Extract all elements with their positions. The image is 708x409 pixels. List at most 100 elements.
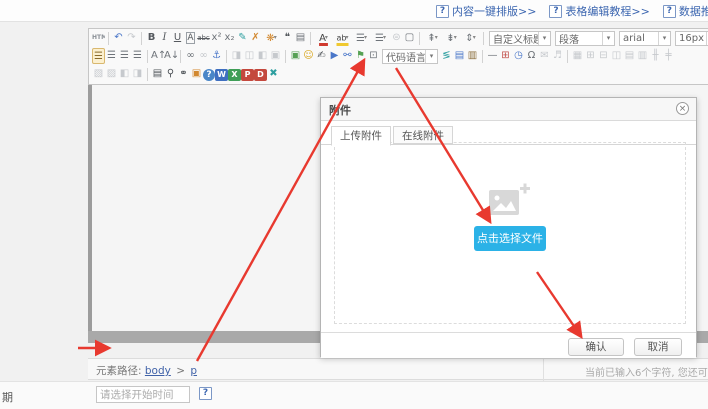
cancel-button[interactable]: 取消 <box>634 338 682 356</box>
help-icon[interactable]: ? <box>203 69 215 81</box>
document-library-icon[interactable]: ▥ <box>466 48 479 64</box>
image-align-right-icon[interactable]: ◧ <box>256 48 269 64</box>
upload-dropzone[interactable]: 点击选择文件 <box>334 142 686 324</box>
table-border-icon[interactable]: ╫ <box>649 48 662 64</box>
template-icon[interactable]: ▣ <box>190 66 203 82</box>
blockquote-icon[interactable]: ❝ <box>281 30 294 46</box>
simple-upload-icon[interactable]: ▤ <box>453 48 466 64</box>
insert-table-icon[interactable]: ▦ <box>571 48 584 64</box>
path-link-p[interactable]: p <box>190 365 197 377</box>
underline-icon[interactable]: U <box>171 30 184 46</box>
delete-row-icon[interactable]: ◧ <box>118 66 131 82</box>
unordered-list-icon[interactable]: ☰▾ <box>371 30 390 46</box>
source-code-icon[interactable]: HTML <box>92 30 105 46</box>
special-characters-icon[interactable]: Ω <box>525 48 538 64</box>
help-icon[interactable]: ? <box>199 387 212 400</box>
toolbar-separator <box>419 32 420 45</box>
insert-music-icon[interactable]: ♬ <box>551 48 564 64</box>
insert-video-icon[interactable]: ▶ <box>328 48 341 64</box>
insert-date-icon[interactable]: ⊞ <box>499 48 512 64</box>
font-family-select[interactable]: arial▾ <box>619 31 671 46</box>
format-cleaner-icon[interactable]: ✖ <box>267 66 280 82</box>
image-align-none-icon[interactable]: ▣ <box>269 48 282 64</box>
custom-title-select[interactable]: 自定义标题▾ <box>489 31 551 46</box>
print-icon[interactable]: ▤ <box>151 66 164 82</box>
font-size-decrease-icon[interactable]: A↓ <box>164 48 177 64</box>
help-doc-link[interactable]: ?内容一键排版>> <box>436 3 536 19</box>
confirm-button[interactable]: 确认 <box>568 338 624 356</box>
preview-icon[interactable]: ⚲ <box>164 66 177 82</box>
paragraph-select[interactable]: 段落▾ <box>555 31 615 46</box>
insert-row-icon[interactable]: ⊟ <box>597 48 610 64</box>
table-sort-icon[interactable]: ▧ <box>92 66 105 82</box>
word-image-icon[interactable]: ⊜ <box>390 30 403 46</box>
help-doc-link[interactable]: ?表格编辑教程>> <box>549 3 649 19</box>
line-height-icon[interactable]: ⇕▾ <box>461 30 480 46</box>
font-color-icon[interactable]: A▾ <box>314 30 333 46</box>
font-border-icon[interactable]: A <box>184 30 197 46</box>
font-size-increase-icon[interactable]: A↑ <box>151 48 164 64</box>
remove-link-icon[interactable]: ∞ <box>197 48 210 64</box>
insert-code-icon[interactable]: ≶ <box>440 48 453 64</box>
delete-table-icon[interactable]: ⊞ <box>584 48 597 64</box>
align-left-icon[interactable]: ☰ <box>92 48 105 64</box>
attachment-icon[interactable]: ⚯ <box>341 48 354 64</box>
undo-icon[interactable]: ↶ <box>112 30 125 46</box>
screen-snapshot-icon[interactable]: ⊡ <box>367 48 380 64</box>
split-cells-icon[interactable]: ▥ <box>636 48 649 64</box>
superscript-icon[interactable]: x² <box>210 30 223 46</box>
scrawl-icon[interactable]: ✍ <box>315 48 328 64</box>
close-icon[interactable]: × <box>676 102 689 115</box>
cite-icon[interactable]: ✉ <box>538 48 551 64</box>
subscript-icon[interactable]: x₂ <box>223 30 236 46</box>
redo-icon[interactable]: ↷ <box>125 30 138 46</box>
align-center-icon[interactable]: ☰ <box>105 48 118 64</box>
insert-link-icon[interactable]: ∞ <box>184 48 197 64</box>
toolbar-separator <box>147 50 148 63</box>
align-justify-icon[interactable]: ☰ <box>131 48 144 64</box>
auto-typeset-icon[interactable]: ❋▾ <box>262 30 281 46</box>
horizontal-rule-icon[interactable]: — <box>486 48 499 64</box>
insert-column-icon[interactable]: ◫ <box>610 48 623 64</box>
import-excel-icon[interactable]: X <box>228 69 241 81</box>
path-link-body[interactable]: body <box>145 365 171 377</box>
help-doc-link[interactable]: ?数据推送教程>> <box>663 3 708 19</box>
import-word-icon[interactable]: W <box>215 69 228 81</box>
insert-time-icon[interactable]: ◷ <box>512 48 525 64</box>
table-shade-icon[interactable]: ▨ <box>105 66 118 82</box>
tab-upload-attachment[interactable]: 上传附件 <box>331 126 391 146</box>
table-title-icon[interactable]: ╪ <box>662 48 675 64</box>
background-color-icon[interactable]: ab▾ <box>333 30 352 46</box>
paragraph-spacing-top-icon[interactable]: ⇞▾ <box>423 30 442 46</box>
insert-image-icon[interactable]: ▣ <box>289 48 302 64</box>
code-language-select[interactable]: 代码语言▾ <box>382 49 438 64</box>
tab-online-attachment[interactable]: 在线附件 <box>393 126 453 144</box>
element-path-label: 元素路径: <box>96 365 142 377</box>
new-page-icon[interactable]: ▢ <box>403 30 416 46</box>
start-time-input[interactable] <box>96 386 190 403</box>
align-right-icon[interactable]: ☰ <box>118 48 131 64</box>
paste-filter-icon[interactable]: ▤ <box>294 30 307 46</box>
map-icon[interactable]: ⚑ <box>354 48 367 64</box>
ordered-list-icon[interactable]: ☰▾ <box>352 30 371 46</box>
import-pdf-icon[interactable]: P <box>241 69 254 81</box>
chevron-down-icon: ▾ <box>435 34 438 41</box>
import-ppt-icon[interactable]: D <box>254 69 267 81</box>
italic-icon[interactable]: I <box>158 30 171 46</box>
image-align-left-icon[interactable]: ◨ <box>230 48 243 64</box>
upload-select-button[interactable]: 点击选择文件 <box>474 226 546 251</box>
topbar: ?内容一键排版>>?表格编辑教程>>?数据推送教程>>?编辑教程>> <box>0 0 708 22</box>
delete-column-icon[interactable]: ◨ <box>131 66 144 82</box>
merge-cells-icon[interactable]: ▤ <box>623 48 636 64</box>
anchor-icon[interactable]: ⚓ <box>210 48 223 64</box>
bold-icon[interactable]: B <box>145 30 158 46</box>
paragraph-spacing-bottom-icon[interactable]: ⇟▾ <box>442 30 461 46</box>
chevron-down-icon: ▾ <box>364 34 367 41</box>
font-size-select[interactable]: 16px▾ <box>675 31 708 46</box>
clear-format-icon[interactable]: ✗ <box>249 30 262 46</box>
format-painter-icon[interactable]: ✎ <box>236 30 249 46</box>
strikethrough-icon[interactable]: abc <box>197 30 210 46</box>
emotion-icon[interactable]: ☺ <box>302 48 315 64</box>
image-align-center-icon[interactable]: ◫ <box>243 48 256 64</box>
search-replace-icon[interactable]: ⚭ <box>177 66 190 82</box>
